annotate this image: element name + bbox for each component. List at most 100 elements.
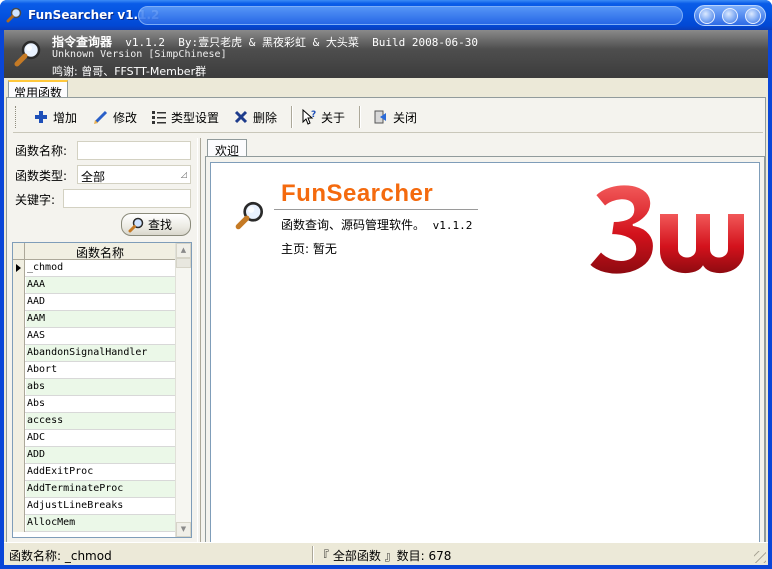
scroll-up-icon[interactable]: ▲ (176, 243, 191, 258)
app-name: 指令查询器 (52, 35, 113, 49)
homepage-text: 主页: 暂无 (281, 242, 337, 256)
table-row[interactable]: Abs (13, 396, 175, 413)
pencil-icon (94, 110, 108, 124)
table-row[interactable]: AAD (13, 294, 175, 311)
function-name-cell[interactable]: ADD (26, 447, 175, 463)
find-button[interactable]: 查找 (121, 213, 191, 236)
function-name-cell[interactable]: _chmod (26, 260, 175, 276)
row-header[interactable] (13, 515, 25, 532)
function-name-cell[interactable]: access (26, 413, 175, 429)
function-name-cell[interactable]: AbandonSignalHandler (26, 345, 175, 361)
row-header[interactable] (13, 481, 25, 498)
close-label: 关闭 (393, 110, 418, 125)
function-name-cell[interactable]: Abort (26, 362, 175, 378)
table-row[interactable]: AAS (13, 328, 175, 345)
dropdown-arrow-icon[interactable]: ◿ (181, 170, 187, 179)
row-header[interactable] (13, 345, 25, 362)
toolbar-separator (359, 106, 361, 128)
status-divider (312, 546, 314, 563)
row-header[interactable] (13, 277, 25, 294)
function-name-cell[interactable]: AAS (26, 328, 175, 344)
pane-splitter[interactable] (197, 138, 201, 560)
keyword-input[interactable] (63, 189, 191, 208)
welcome-panel: FunSearcher 函数查询、源码管理软件。 v1.1.2 主页: 暂无 (205, 156, 765, 560)
function-name-cell[interactable]: Abs (26, 396, 175, 412)
row-header[interactable] (13, 430, 25, 447)
table-row[interactable]: access (13, 413, 175, 430)
function-name-cell[interactable]: AAA (26, 277, 175, 293)
function-name-cell[interactable]: AllocMem (26, 515, 175, 531)
function-type-value: 全部 (81, 170, 106, 184)
grid-rows: _chmod AAA AAD AAM AAS AbandonSignalHandler Ab… (13, 260, 175, 532)
table-row[interactable]: AAM (13, 311, 175, 328)
table-row[interactable]: AAA (13, 277, 175, 294)
delete-label: 删除 (253, 110, 278, 125)
row-header[interactable] (13, 311, 25, 328)
tab-common-functions[interactable]: 常用函数 (8, 80, 69, 100)
function-type-select[interactable]: 全部 ◿ (77, 165, 191, 184)
row-header[interactable] (13, 328, 25, 345)
function-name-cell[interactable]: AdjustLineBreaks (26, 498, 175, 514)
banner-credits: 指令查询器 v1.1.2 By:壹只老虎 & 黑夜彩虹 & 大头菜 Build … (52, 33, 478, 50)
function-name-cell[interactable]: AddTerminateProc (26, 481, 175, 497)
function-name-cell[interactable]: AAM (26, 311, 175, 327)
close-button[interactable]: 关闭 (373, 107, 417, 127)
function-type-label: 函数类型: (15, 169, 68, 183)
function-name-cell[interactable]: ADC (26, 430, 175, 446)
keyword-label: 关键字: (15, 193, 56, 207)
row-header[interactable] (13, 447, 25, 464)
row-header[interactable] (13, 413, 25, 430)
table-row[interactable]: ADD (13, 447, 175, 464)
delete-button[interactable]: 删除 (233, 107, 277, 127)
row-header[interactable] (13, 260, 25, 277)
toolbar-separator (291, 106, 293, 128)
function-name-cell[interactable]: AAD (26, 294, 175, 310)
grid-header: 函数名称 (13, 243, 175, 260)
add-button[interactable]: 增加 (33, 107, 77, 127)
table-row[interactable]: AddTerminateProc (13, 481, 175, 498)
column-header-function-name[interactable]: 函数名称 (25, 244, 175, 261)
row-header[interactable] (13, 379, 25, 396)
find-label: 查找 (148, 218, 173, 232)
edit-button[interactable]: 修改 (93, 107, 137, 127)
type-settings-label: 类型设置 (171, 110, 220, 125)
row-header[interactable] (13, 464, 25, 481)
table-row[interactable]: AdjustLineBreaks (13, 498, 175, 515)
svg-text:?: ? (311, 110, 316, 120)
resize-grip[interactable] (754, 551, 766, 563)
add-label: 增加 (53, 110, 78, 125)
grid-scrollbar[interactable]: ▲ ▼ (175, 243, 191, 537)
function-name-cell[interactable]: abs (26, 379, 175, 395)
scroll-down-icon[interactable]: ▼ (176, 522, 191, 537)
maximize-button[interactable] (722, 8, 738, 24)
tab-welcome[interactable]: 欢迎 (207, 139, 248, 158)
minimize-button[interactable] (699, 8, 715, 24)
about-button[interactable]: ? 关于 (301, 107, 345, 127)
app-window: FunSearcher v1.1.2 指令查询器 v1.1.2 By:壹只老虎 … (0, 0, 772, 569)
header-banner: 指令查询器 v1.1.2 By:壹只老虎 & 黑夜彩虹 & 大头菜 Build … (4, 30, 768, 78)
row-header[interactable] (13, 396, 25, 413)
table-row[interactable]: ADC (13, 430, 175, 447)
description-text: 函数查询、源码管理软件。 (281, 218, 426, 232)
table-row[interactable]: AllocMem (13, 515, 175, 532)
exit-door-icon (374, 110, 386, 124)
title-bar[interactable]: FunSearcher v1.1.2 (0, 0, 772, 30)
toolbar-grip[interactable] (15, 106, 18, 128)
type-settings-button[interactable]: 类型设置 (151, 107, 219, 127)
scroll-thumb[interactable] (176, 258, 191, 268)
function-name-input[interactable] (77, 141, 191, 160)
table-row[interactable]: abs (13, 379, 175, 396)
common-functions-panel: 增加 修改 类型设置 删除 ? 关于 关闭 函数名称: 函数类型: 全部 ◿ 关… (6, 97, 766, 563)
table-row[interactable]: Abort (13, 362, 175, 379)
table-row[interactable]: AbandonSignalHandler (13, 345, 175, 362)
function-name-label: 函数名称: (15, 144, 68, 158)
row-header[interactable] (13, 294, 25, 311)
status-bar: 函数名称: _chmod 『 全部函数 』数目: 678 (4, 542, 768, 565)
table-row[interactable]: AddExitProc (13, 464, 175, 481)
row-header[interactable] (13, 362, 25, 379)
row-header[interactable] (13, 498, 25, 515)
function-name-cell[interactable]: AddExitProc (26, 464, 175, 480)
status-count: 『 全部函数 』数目: 678 (317, 549, 452, 563)
table-row[interactable]: _chmod (13, 260, 175, 277)
close-window-button[interactable] (745, 8, 761, 24)
